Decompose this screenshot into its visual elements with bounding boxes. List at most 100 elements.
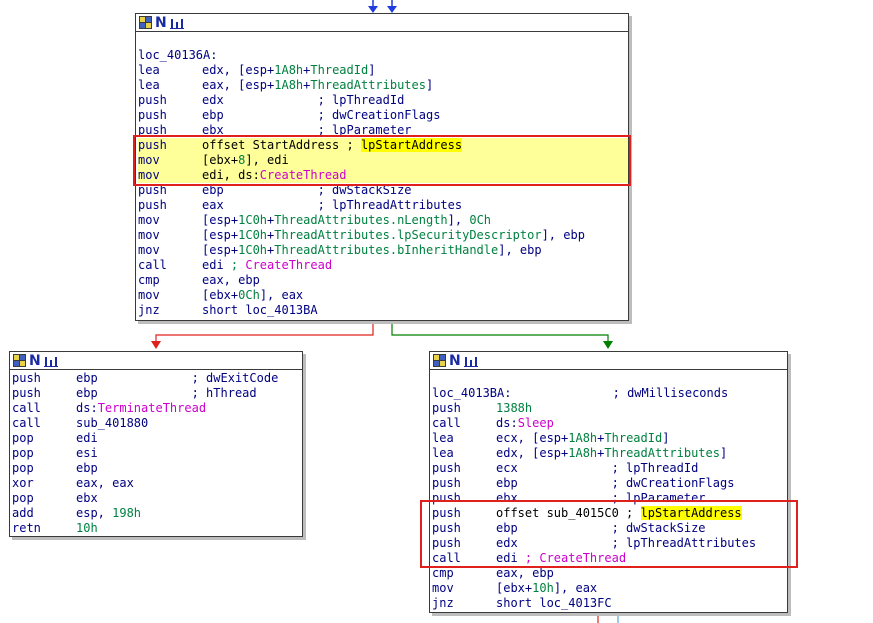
instruction-line[interactable]: jnz short loc_4013BA (138, 303, 628, 318)
instruction-line[interactable]: xor eax, eax (12, 476, 302, 491)
instruction-line[interactable]: mov edi, ds:CreateThread (138, 168, 628, 183)
operand-token: 0Ch (469, 213, 492, 227)
instruction-line[interactable]: call ds:Sleep (432, 416, 787, 431)
operand-token: edx ; lpThreadAttributes (496, 536, 757, 550)
mnemonic: push (138, 183, 167, 197)
instruction-line[interactable]: pop esi (12, 446, 302, 461)
code-block-terminate[interactable]: N push ebp ; dwExitCode push ebp ; hThread c… (9, 351, 303, 537)
mnemonic: push (432, 491, 461, 505)
instruction-line[interactable]: push ebp ; dwStackSize (432, 521, 787, 536)
graph-view-icon[interactable] (139, 16, 152, 29)
operand-token: ebp ; hThread (76, 386, 257, 400)
instruction-line[interactable]: push ebx ; lpParameter (432, 491, 787, 506)
mnemonic: add (12, 506, 34, 520)
mnemonic: call (138, 258, 167, 272)
mnemonic: jnz (138, 303, 160, 317)
operand-token: edx, [esp+ (496, 446, 569, 460)
operands: eax, ebp (496, 566, 554, 581)
operand-token[interactable]: CreateThread (245, 258, 332, 272)
instruction-line[interactable]: call edi ; CreateThread (138, 258, 628, 273)
operand-token: edi (496, 551, 525, 565)
operand-token: short loc_4013BA (202, 303, 318, 317)
instruction-line[interactable]: cmp eax, ebp (138, 273, 628, 288)
operand-token: ebx ; lpParameter (496, 491, 706, 505)
instruction-line[interactable]: mov [ebx+10h], eax (432, 581, 787, 596)
node-name-icon[interactable]: N (29, 354, 41, 368)
instruction-line[interactable]: lea eax, [esp+1A8h+ThreadAttributes] (138, 78, 628, 93)
operand-token[interactable]: ; CreateThread (525, 551, 626, 565)
code-block-loc-40136a[interactable]: N loc_40136A: lea edx, [esp+1A8h+ThreadId… (135, 13, 629, 321)
operand-token[interactable]: CreateThread (260, 168, 347, 182)
mnemonic: mov (138, 153, 160, 167)
instruction-line[interactable]: pop ebx (12, 491, 302, 506)
instruction-line[interactable]: mov [esp+1C0h+ThreadAttributes.bInheritHa… (138, 243, 628, 258)
code-block-loc-4013ba[interactable]: N loc_4013BA: ; dwMilliseconds push 1388h… (429, 351, 788, 613)
operands: [ebx+10h], eax (496, 581, 597, 596)
instruction-line[interactable]: pop edi (12, 431, 302, 446)
instruction-line[interactable]: lea edx, [esp+1A8h+ThreadAttributes] (432, 446, 787, 461)
instruction-line[interactable]: mov [esp+1C0h+ThreadAttributes.nLength], … (138, 213, 628, 228)
instruction-line[interactable]: call ds:TerminateThread (12, 401, 302, 416)
mnemonic: push (12, 371, 41, 385)
block-label[interactable]: loc_40136A: (138, 48, 628, 63)
operands: offset StartAddress ; lpStartAddress (202, 138, 463, 153)
instruction-line[interactable]: push ebp ; dwCreationFlags (432, 476, 787, 491)
operand-token: eax ; lpThreadAttributes (202, 198, 463, 212)
operand-token: ThreadAttributes.nLength (274, 213, 448, 227)
instruction-line[interactable]: push ecx ; lpThreadId (432, 461, 787, 476)
node-chart-icon[interactable] (169, 16, 184, 29)
instruction-line[interactable]: add esp, 198h (12, 506, 302, 521)
instruction-line[interactable]: push ebp ; dwStackSize (138, 183, 628, 198)
operand-token[interactable]: TerminateThread (98, 401, 206, 415)
instruction-line[interactable]: mov [ebx+0Ch], eax (138, 288, 628, 303)
operands: ebx ; lpParameter (496, 491, 706, 506)
operand-token[interactable]: lpStartAddress (360, 138, 463, 152)
mnemonic: mov (138, 288, 160, 302)
operands: edi ; CreateThread (202, 258, 332, 273)
instruction-line[interactable]: push ebp ; hThread (12, 386, 302, 401)
mnemonic: pop (12, 446, 34, 460)
operand-token: sub_401880 (76, 416, 149, 430)
instruction-line[interactable]: mov [ebx+8], edi (138, 153, 628, 168)
instruction-line[interactable]: push eax ; lpThreadAttributes (138, 198, 628, 213)
operand-token: ebx (76, 491, 98, 505)
graph-view-icon[interactable] (433, 354, 446, 367)
mnemonic: retn (12, 521, 41, 535)
operand-token: ThreadId (310, 63, 369, 77)
operand-token: edx ; lpThreadId (202, 93, 405, 107)
node-name-icon[interactable]: N (155, 16, 167, 30)
instruction-line[interactable]: call edi ; CreateThread (432, 551, 787, 566)
operand-token[interactable]: Sleep (518, 416, 554, 430)
node-chart-icon[interactable] (463, 354, 478, 367)
instruction-line[interactable]: mov [esp+1C0h+ThreadAttributes.lpSecurity… (138, 228, 628, 243)
operand-token: ; (230, 258, 246, 272)
instruction-line[interactable]: push offset sub_4015C0 ; lpStartAddress (432, 506, 787, 521)
incoming-edge-1 (368, 0, 378, 13)
node-name-icon[interactable]: N (449, 354, 461, 368)
operand-token: ds: (496, 416, 518, 430)
instruction-line[interactable]: lea ecx, [esp+1A8h+ThreadId] (432, 431, 787, 446)
operands: ebp ; dwCreationFlags (202, 108, 440, 123)
operand-token[interactable]: lpStartAddress (640, 506, 742, 520)
operands: ebp ; dwStackSize (202, 183, 412, 198)
operands: ebp ; dwStackSize (496, 521, 706, 536)
instruction-line[interactable]: lea edx, [esp+1A8h+ThreadId] (138, 63, 628, 78)
block-label[interactable]: loc_4013BA: ; dwMilliseconds (432, 386, 787, 401)
instruction-line[interactable]: pop ebp (12, 461, 302, 476)
mnemonic: push (138, 123, 167, 137)
node-chart-icon[interactable] (43, 354, 58, 367)
instruction-line[interactable]: push edx ; lpThreadId (138, 93, 628, 108)
instruction-line[interactable]: cmp eax, ebp (432, 566, 787, 581)
instruction-line[interactable]: push edx ; lpThreadAttributes (432, 536, 787, 551)
instruction-line[interactable]: push ebp ; dwCreationFlags (138, 108, 628, 123)
graph-view-icon[interactable] (13, 354, 26, 367)
instruction-line[interactable]: call sub_401880 (12, 416, 302, 431)
instruction-line[interactable]: push ebx ; lpParameter (138, 123, 628, 138)
operand-token: esi (76, 446, 98, 460)
instruction-line[interactable]: push ebp ; dwExitCode (12, 371, 302, 386)
instruction-line[interactable]: push 1388h (432, 401, 787, 416)
mnemonic: call (432, 551, 461, 565)
instruction-line[interactable]: push offset StartAddress ; lpStartAddress (138, 138, 628, 153)
instruction-line[interactable]: jnz short loc_4013FC (432, 596, 787, 611)
instruction-line[interactable]: retn 10h (12, 521, 302, 536)
